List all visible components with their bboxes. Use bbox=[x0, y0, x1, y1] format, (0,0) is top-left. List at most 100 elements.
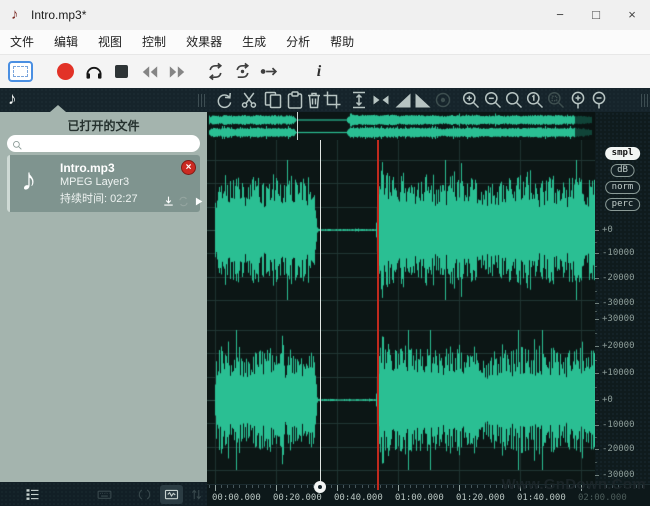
axis-label: +30000 bbox=[602, 314, 635, 324]
axis-tick bbox=[595, 373, 599, 374]
timeline-minor-tick bbox=[301, 485, 302, 488]
timeline-minor-tick bbox=[429, 485, 430, 488]
menu-effects[interactable]: 效果器 bbox=[176, 30, 232, 54]
toolbar-drag-handle[interactable] bbox=[198, 94, 205, 107]
menu-analyze[interactable]: 分析 bbox=[276, 30, 320, 54]
edit-cursor-line bbox=[320, 140, 321, 484]
amplify-icon[interactable] bbox=[349, 90, 369, 110]
scale-perc-button[interactable]: perc bbox=[605, 198, 641, 211]
rewind-icon bbox=[140, 64, 160, 80]
menu-file[interactable]: 文件 bbox=[0, 30, 44, 54]
sidebar-notch bbox=[50, 105, 66, 112]
info-button[interactable]: i bbox=[311, 55, 327, 88]
menu-edit[interactable]: 编辑 bbox=[44, 30, 88, 54]
axis-label: -10000 bbox=[602, 248, 635, 258]
axis-minor-tick bbox=[595, 437, 597, 438]
axis-minor-tick bbox=[595, 242, 597, 243]
maximize-button[interactable]: □ bbox=[578, 0, 614, 30]
play-monitor-button[interactable] bbox=[83, 55, 105, 88]
sort-button[interactable] bbox=[189, 487, 204, 502]
rewind-button[interactable] bbox=[139, 55, 161, 88]
timeline-minor-tick bbox=[484, 485, 485, 488]
loop-button[interactable] bbox=[204, 55, 226, 88]
paste-icon[interactable] bbox=[285, 90, 305, 110]
zoom-icon[interactable] bbox=[504, 90, 524, 110]
menu-help[interactable]: 帮助 bbox=[320, 30, 364, 54]
timeline-minor-tick bbox=[252, 485, 253, 488]
brackets-icon bbox=[137, 487, 152, 502]
timeline-minor-tick bbox=[331, 485, 332, 488]
waveform-view-button[interactable] bbox=[164, 487, 179, 502]
zoom-out-icon[interactable] bbox=[483, 90, 503, 110]
close-button[interactable]: × bbox=[614, 0, 650, 30]
timeline-minor-tick bbox=[355, 485, 356, 488]
timeline-major-tick bbox=[459, 485, 460, 491]
play-from-cursor-button[interactable] bbox=[257, 55, 281, 88]
axis-minor-tick bbox=[595, 462, 597, 463]
search-input[interactable] bbox=[7, 135, 200, 152]
file-list-item[interactable]: ♪ Intro.mp3 MPEG Layer3 持续时间: 02:27 × bbox=[7, 155, 200, 212]
vzoom-in-icon[interactable] bbox=[568, 90, 588, 110]
menu-control[interactable]: 控制 bbox=[132, 30, 176, 54]
files-sidebar: 已打开的文件 ♪ Intro.mp3 MPEG Layer3 持续时间: 02:… bbox=[0, 112, 207, 482]
loop-selection-button[interactable] bbox=[231, 55, 253, 88]
trim-icon[interactable] bbox=[322, 90, 342, 110]
timeline-minor-tick bbox=[490, 485, 491, 488]
axis-tick bbox=[595, 319, 599, 320]
title-bar: ♪ Intro.mp3* − □ × bbox=[0, 0, 650, 30]
axis-tick bbox=[595, 425, 599, 426]
stop-button[interactable] bbox=[113, 55, 129, 88]
keyboard-shortcuts-button[interactable] bbox=[97, 487, 112, 502]
timeline-minor-tick bbox=[471, 485, 472, 488]
timeline-label: 02:00.000 bbox=[578, 493, 627, 503]
reverse-icon[interactable] bbox=[371, 90, 391, 110]
zoom-in-icon[interactable] bbox=[461, 90, 481, 110]
timeline-minor-tick bbox=[258, 485, 259, 488]
record-button[interactable] bbox=[56, 55, 74, 88]
minimize-button[interactable]: − bbox=[542, 0, 578, 30]
waveform-overview-canvas[interactable] bbox=[207, 112, 595, 141]
file-save-button[interactable] bbox=[162, 195, 175, 208]
insert-marker-icon[interactable] bbox=[433, 90, 453, 110]
timeline-minor-tick bbox=[477, 485, 478, 488]
menu-view[interactable]: 视图 bbox=[88, 30, 132, 54]
zoom-one-icon[interactable] bbox=[525, 90, 545, 110]
fade-out-icon[interactable] bbox=[413, 90, 433, 110]
timeline-minor-tick bbox=[380, 485, 381, 488]
scale-dB-button[interactable]: dB bbox=[610, 164, 635, 177]
zoom-selection-icon[interactable] bbox=[546, 90, 566, 110]
redo-icon[interactable] bbox=[214, 90, 234, 110]
scale-norm-button[interactable]: norm bbox=[605, 181, 641, 194]
fade-in-icon[interactable] bbox=[393, 90, 413, 110]
timeline-label: 01:40.000 bbox=[517, 493, 566, 503]
timeline-minor-tick bbox=[447, 485, 448, 488]
sidebar-title: 已打开的文件 bbox=[0, 112, 207, 134]
toolbar-drag-handle-right[interactable] bbox=[641, 94, 648, 107]
timeline-major-tick bbox=[215, 485, 216, 491]
file-sync-button[interactable] bbox=[177, 195, 190, 208]
file-play-button[interactable] bbox=[192, 195, 205, 208]
timeline-minor-tick bbox=[362, 485, 363, 488]
cursor-pin-handle[interactable] bbox=[314, 481, 326, 493]
file-list-view-button[interactable] bbox=[25, 487, 40, 502]
headphones-icon bbox=[84, 62, 104, 82]
timeline-minor-tick bbox=[416, 485, 417, 488]
file-close-button[interactable]: × bbox=[181, 160, 196, 175]
vzoom-out-icon[interactable] bbox=[589, 90, 609, 110]
file-card-stripe bbox=[7, 155, 10, 212]
transport-toolbar: i 44.1 kHz stereo -0000:00:54.460 bbox=[0, 55, 650, 88]
axis-tick bbox=[595, 449, 599, 450]
forward-button[interactable] bbox=[166, 55, 188, 88]
record-icon bbox=[57, 63, 74, 80]
delete-icon[interactable] bbox=[304, 90, 324, 110]
timeline-minor-tick bbox=[227, 485, 228, 488]
scale-smpl-button[interactable]: smpl bbox=[605, 147, 641, 160]
file-tab-note-icon[interactable]: ♪ bbox=[8, 89, 17, 109]
copy-icon[interactable] bbox=[263, 90, 283, 110]
menu-generate[interactable]: 生成 bbox=[232, 30, 276, 54]
selection-tool-button[interactable] bbox=[8, 61, 33, 82]
waveform-canvas[interactable] bbox=[207, 140, 595, 484]
timeline-minor-tick bbox=[496, 485, 497, 488]
brackets-button[interactable] bbox=[137, 487, 152, 502]
cut-icon[interactable] bbox=[239, 90, 259, 110]
